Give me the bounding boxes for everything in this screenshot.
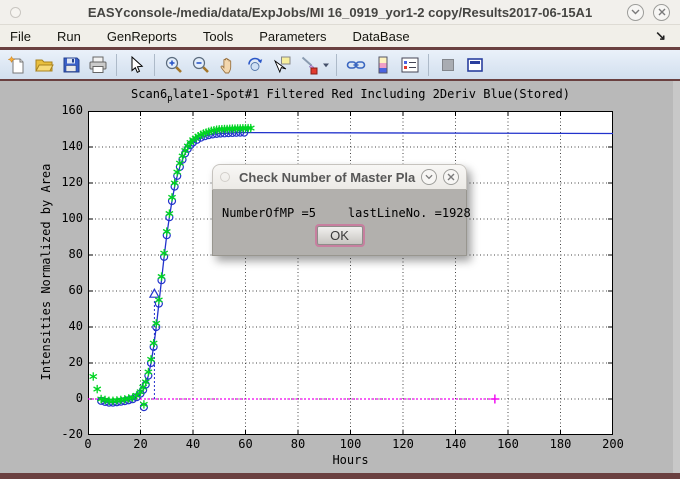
y-tick-label: 80 bbox=[43, 247, 83, 261]
chevron-down-icon bbox=[631, 9, 640, 15]
save-figure-button[interactable] bbox=[58, 53, 83, 77]
x-tick-label: 200 bbox=[602, 437, 624, 451]
window-right-edge bbox=[673, 81, 680, 473]
colorbar-icon bbox=[373, 55, 393, 75]
window-titlebar[interactable]: EASYconsole-/media/data/ExpJobs/MI 16_09… bbox=[0, 0, 680, 24]
open-folder-icon bbox=[34, 55, 54, 75]
open-file-button[interactable] bbox=[31, 53, 56, 77]
chart-title: Scan6plate1-Spot#1 Filtered Red Includin… bbox=[88, 87, 613, 104]
plot-canvas[interactable] bbox=[88, 111, 613, 435]
print-figure-button[interactable] bbox=[85, 53, 110, 77]
y-tick-label: 40 bbox=[43, 319, 83, 333]
brush-dropdown-button[interactable] bbox=[322, 53, 331, 77]
x-tick-label: 0 bbox=[84, 437, 91, 451]
toolbar-separator bbox=[336, 54, 337, 76]
x-axis-label: Hours bbox=[88, 453, 613, 467]
x-tick-label: 100 bbox=[340, 437, 362, 451]
zoom-in-icon bbox=[164, 55, 184, 75]
dialog-titlebar[interactable]: Check Number of Master Pla bbox=[212, 164, 467, 190]
y-tick-label: -20 bbox=[43, 427, 83, 441]
new-document-icon bbox=[7, 55, 27, 75]
x-tick-label: 140 bbox=[445, 437, 467, 451]
window-shade-button[interactable] bbox=[627, 4, 644, 21]
save-floppy-icon bbox=[61, 55, 81, 75]
dialog-message-numberofmp: NumberOfMP =5 bbox=[222, 206, 316, 220]
x-tick-label: 160 bbox=[497, 437, 519, 451]
dialog-shade-button[interactable] bbox=[421, 169, 437, 185]
y-tick-label: 140 bbox=[43, 139, 83, 153]
y-tick-label: 60 bbox=[43, 283, 83, 297]
ok-button[interactable]: OK bbox=[317, 226, 363, 245]
easyconsole-window: EASYconsole-/media/data/ExpJobs/MI 16_09… bbox=[0, 0, 680, 479]
menu-parameters[interactable]: Parameters bbox=[246, 29, 339, 44]
toolbar-separator bbox=[116, 54, 117, 76]
toolbar-separator bbox=[428, 54, 429, 76]
link-plot-button[interactable] bbox=[343, 53, 368, 77]
x-tick-label: 40 bbox=[186, 437, 200, 451]
menu-bar: File Run GenReports Tools Parameters Dat… bbox=[0, 24, 680, 47]
new-figure-button[interactable] bbox=[4, 53, 29, 77]
check-number-dialog: Check Number of Master Pla NumberOfMP =5… bbox=[212, 164, 467, 256]
dialog-close-button[interactable] bbox=[443, 169, 459, 185]
menu-file[interactable]: File bbox=[0, 29, 44, 44]
chevron-down-icon bbox=[322, 61, 330, 69]
dialog-body: NumberOfMP =5 lastLineNo. =1928 OK bbox=[212, 190, 467, 256]
pan-hand-icon bbox=[218, 55, 238, 75]
printer-icon bbox=[88, 55, 108, 75]
menu-detach-icon[interactable]: ↘ bbox=[655, 28, 666, 44]
y-tick-label: 160 bbox=[43, 103, 83, 117]
dialog-title: Check Number of Master Pla bbox=[239, 170, 421, 185]
menu-database[interactable]: DataBase bbox=[339, 29, 422, 44]
x-tick-label: 180 bbox=[550, 437, 572, 451]
y-tick-label: 0 bbox=[43, 391, 83, 405]
disabled-square-icon bbox=[438, 55, 458, 75]
edit-plot-button[interactable] bbox=[123, 53, 148, 77]
y-tick-label: 20 bbox=[43, 355, 83, 369]
zoom-out-icon bbox=[191, 55, 211, 75]
close-icon bbox=[447, 173, 455, 181]
insert-colorbar-button[interactable] bbox=[370, 53, 395, 77]
brush-data-button[interactable] bbox=[296, 53, 321, 77]
dialog-menu-icon[interactable] bbox=[220, 172, 230, 182]
arrow-cursor-icon bbox=[126, 55, 146, 75]
window-bottom-edge bbox=[0, 473, 680, 479]
figure-canvas: Scan6plate1-Spot#1 Filtered Red Includin… bbox=[0, 81, 680, 473]
y-tick-label: 100 bbox=[43, 211, 83, 225]
toolbar-separator bbox=[154, 54, 155, 76]
dock-figure-button[interactable] bbox=[462, 53, 487, 77]
window-close-button[interactable] bbox=[653, 4, 670, 21]
zoom-in-button[interactable] bbox=[161, 53, 186, 77]
insert-legend-button[interactable] bbox=[397, 53, 422, 77]
brush-icon bbox=[299, 55, 319, 75]
close-icon bbox=[658, 8, 666, 16]
disabled-tool-button bbox=[435, 53, 460, 77]
legend-icon bbox=[400, 55, 420, 75]
data-cursor-icon bbox=[272, 55, 292, 75]
dock-window-icon bbox=[465, 55, 485, 75]
pan-button[interactable] bbox=[215, 53, 240, 77]
chain-link-icon bbox=[346, 55, 366, 75]
menu-tools[interactable]: Tools bbox=[190, 29, 246, 44]
menu-genreports[interactable]: GenReports bbox=[94, 29, 190, 44]
data-cursor-button[interactable] bbox=[269, 53, 294, 77]
figure-toolbar bbox=[0, 50, 680, 79]
chevron-down-icon bbox=[425, 174, 433, 180]
rotate-3d-button[interactable] bbox=[242, 53, 267, 77]
zoom-out-button[interactable] bbox=[188, 53, 213, 77]
x-tick-label: 20 bbox=[133, 437, 147, 451]
x-tick-label: 80 bbox=[291, 437, 305, 451]
window-title: EASYconsole-/media/data/ExpJobs/MI 16_09… bbox=[0, 5, 680, 20]
y-tick-label: 120 bbox=[43, 175, 83, 189]
dialog-message: NumberOfMP =5 lastLineNo. =1928 bbox=[222, 206, 471, 220]
x-tick-label: 60 bbox=[238, 437, 252, 451]
dialog-message-lastlineno: lastLineNo. =1928 bbox=[348, 206, 471, 220]
menu-run[interactable]: Run bbox=[44, 29, 94, 44]
x-tick-label: 120 bbox=[392, 437, 414, 451]
rotate-icon bbox=[245, 55, 265, 75]
